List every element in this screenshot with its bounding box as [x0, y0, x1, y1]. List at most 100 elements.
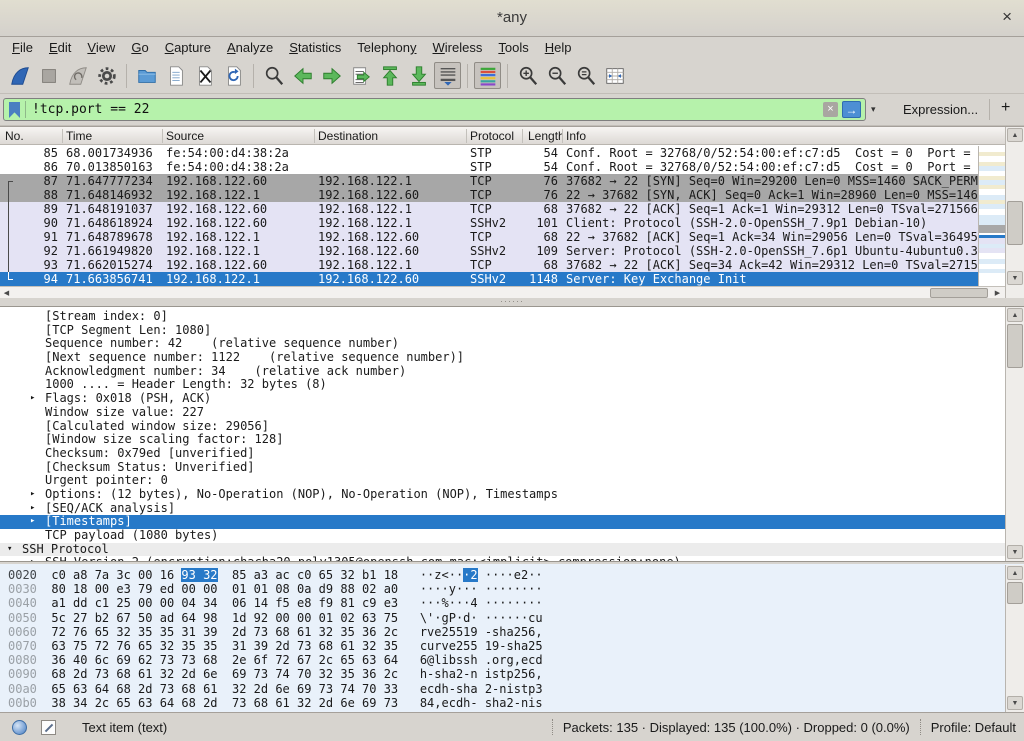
hex-row[interactable]: 0080 36 40 6c 69 62 73 73 68 2e 6f 72 67…	[0, 653, 1024, 667]
zoom-in-button[interactable]	[514, 62, 541, 89]
detail-line[interactable]: ▸[SEQ/ACK analysis]	[0, 502, 1005, 516]
zoom-out-button[interactable]	[543, 62, 570, 89]
menu-item-analyze[interactable]: Analyze	[219, 39, 281, 56]
detail-line[interactable]: ▸[Timestamps]	[0, 515, 1005, 529]
add-filter-button[interactable]: +	[1001, 99, 1010, 117]
go-first-packet-button[interactable]	[376, 62, 403, 89]
detail-line[interactable]: ▸Flags: 0x018 (PSH, ACK)	[0, 392, 1005, 406]
detail-line[interactable]: [Stream index: 0]	[0, 310, 1005, 324]
go-forward-button[interactable]	[318, 62, 345, 89]
detail-line[interactable]: 1000 .... = Header Length: 32 bytes (8)	[0, 378, 1005, 392]
menu-item-capture[interactable]: Capture	[157, 39, 219, 56]
hex-vscrollbar[interactable]: ▲ ▼	[1005, 565, 1024, 712]
column-header-length[interactable]: Length	[528, 129, 562, 143]
filter-dropdown-icon[interactable]: ▾	[871, 104, 876, 115]
detail-line[interactable]: Checksum: 0x79ed [unverified]	[0, 447, 1005, 461]
column-divider[interactable]	[522, 129, 523, 143]
packet-row-88[interactable]: 8871.648146932192.168.122.1192.168.122.6…	[0, 188, 978, 202]
open-capture-button[interactable]	[133, 62, 160, 89]
scroll-up-icon[interactable]: ▲	[1007, 308, 1023, 322]
collapsed-arrow-icon[interactable]: ▸	[30, 488, 35, 502]
column-divider[interactable]	[314, 129, 315, 143]
detail-line[interactable]: Acknowledgment number: 34 (relative ack …	[0, 365, 1005, 379]
menu-item-edit[interactable]: Edit	[41, 39, 79, 56]
filter-clear-icon[interactable]: ×	[823, 102, 838, 117]
packet-row-86[interactable]: 8670.013850163fe:54:00:d4:38:2aSTP54Conf…	[0, 160, 978, 174]
collapsed-arrow-icon[interactable]: ▸	[30, 515, 35, 529]
detail-line[interactable]: ▸SSH Version 2 (encryption:chacha20-poly…	[0, 556, 1005, 562]
hex-row[interactable]: 0020 c0 a8 7a 3c 00 16 93 32 85 a3 ac c0…	[0, 568, 1024, 582]
detail-line[interactable]: Window size value: 227	[0, 406, 1005, 420]
scroll-down-icon[interactable]: ▼	[1007, 271, 1023, 285]
detail-line[interactable]: Sequence number: 42 (relative sequence n…	[0, 337, 1005, 351]
packet-row-91[interactable]: 9171.648789678192.168.122.1192.168.122.6…	[0, 230, 978, 244]
detail-line[interactable]: TCP payload (1080 bytes)	[0, 529, 1005, 543]
hex-row[interactable]: 0060 72 76 65 32 35 35 31 39 2d 73 68 61…	[0, 625, 1024, 639]
hex-row[interactable]: 0070 63 75 72 76 65 32 35 35 31 39 2d 73…	[0, 639, 1024, 653]
auto-scroll-button[interactable]	[434, 62, 461, 89]
expression-button[interactable]: Expression...	[903, 102, 978, 117]
profile-button[interactable]: Profile: Default	[931, 720, 1016, 735]
packet-row-94[interactable]: 9471.663856741192.168.122.1192.168.122.6…	[0, 272, 978, 286]
column-divider[interactable]	[562, 129, 563, 143]
details-vscrollbar[interactable]: ▲ ▼	[1005, 307, 1024, 561]
column-header-no[interactable]: No.	[5, 129, 24, 143]
menu-item-tools[interactable]: Tools	[490, 39, 536, 56]
filter-apply-icon[interactable]: →	[842, 101, 861, 118]
menu-item-help[interactable]: Help	[537, 39, 580, 56]
scroll-down-icon[interactable]: ▼	[1007, 545, 1023, 559]
detail-line[interactable]: [TCP Segment Len: 1080]	[0, 324, 1005, 338]
collapsed-arrow-icon[interactable]: ▸	[30, 392, 35, 406]
collapsed-arrow-icon[interactable]: ▸	[30, 556, 35, 562]
detail-line[interactable]: [Next sequence number: 1122 (relative se…	[0, 351, 1005, 365]
start-capture-button[interactable]	[6, 62, 33, 89]
filter-bookmark-icon[interactable]	[9, 102, 20, 118]
detail-line[interactable]: Urgent pointer: 0	[0, 474, 1005, 488]
hex-row[interactable]: 0030 80 18 00 e3 79 ed 00 00 01 01 08 0a…	[0, 582, 1024, 596]
column-header-time[interactable]: Time	[66, 129, 92, 143]
menu-item-view[interactable]: View	[79, 39, 123, 56]
detail-line[interactable]: [Window size scaling factor: 128]	[0, 433, 1005, 447]
column-header-protocol[interactable]: Protocol	[470, 129, 514, 143]
hex-row[interactable]: 0040 a1 dd c1 25 00 00 04 34 06 14 f5 e8…	[0, 596, 1024, 610]
detail-line[interactable]: ▸Options: (12 bytes), No-Operation (NOP)…	[0, 488, 1005, 502]
colorize-packets-button[interactable]	[474, 62, 501, 89]
menu-item-file[interactable]: File	[4, 39, 41, 56]
menu-item-telephony[interactable]: Telephony	[349, 39, 424, 56]
hex-vscroll-thumb[interactable]	[1007, 582, 1023, 604]
detail-line[interactable]: [Checksum Status: Unverified]	[0, 461, 1005, 475]
column-divider[interactable]	[162, 129, 163, 143]
capture-options-button[interactable]	[93, 62, 120, 89]
details-vscroll-thumb[interactable]	[1007, 324, 1023, 368]
close-icon[interactable]: ×	[1002, 7, 1012, 27]
save-capture-button[interactable]	[162, 62, 189, 89]
expert-info-icon[interactable]	[12, 720, 27, 735]
title-bar[interactable]: *any ×	[0, 0, 1024, 37]
hex-row[interactable]: 00b0 38 34 2c 65 63 64 68 2d 73 68 61 32…	[0, 696, 1024, 710]
column-header-info[interactable]: Info	[566, 129, 586, 143]
stop-capture-button[interactable]	[35, 62, 62, 89]
expanded-arrow-icon[interactable]: ▾	[7, 543, 12, 557]
hex-row[interactable]: 00a0 65 63 64 68 2d 73 68 61 32 2d 6e 69…	[0, 682, 1024, 696]
packet-list-vscrollbar[interactable]: ▲ ▼	[1005, 127, 1024, 299]
column-header-destination[interactable]: Destination	[318, 129, 378, 143]
filter-text[interactable]: !tcp.port == 22	[32, 102, 149, 117]
hex-row[interactable]: 0050 5c 27 b2 67 50 ad 64 98 1d 92 00 00…	[0, 611, 1024, 625]
scroll-up-icon[interactable]: ▲	[1007, 566, 1023, 580]
go-last-packet-button[interactable]	[405, 62, 432, 89]
capture-comment-icon[interactable]	[41, 720, 56, 735]
packet-row-87[interactable]: 8771.647777234192.168.122.60192.168.122.…	[0, 174, 978, 188]
column-divider[interactable]	[62, 129, 63, 143]
close-capture-button[interactable]	[191, 62, 218, 89]
restart-capture-button[interactable]	[64, 62, 91, 89]
reload-capture-button[interactable]	[220, 62, 247, 89]
go-to-packet-button[interactable]	[347, 62, 374, 89]
packet-row-92[interactable]: 9271.661949820192.168.122.1192.168.122.6…	[0, 244, 978, 258]
menu-item-statistics[interactable]: Statistics	[281, 39, 349, 56]
collapsed-arrow-icon[interactable]: ▸	[30, 502, 35, 516]
menu-item-wireless[interactable]: Wireless	[425, 39, 491, 56]
hex-row[interactable]: 0090 68 2d 73 68 61 32 2d 6e 69 73 74 70…	[0, 667, 1024, 681]
menu-item-go[interactable]: Go	[123, 39, 156, 56]
pane-splitter[interactable]: ······	[0, 298, 1024, 306]
detail-line[interactable]: ▾SSH Protocol	[0, 543, 1005, 557]
